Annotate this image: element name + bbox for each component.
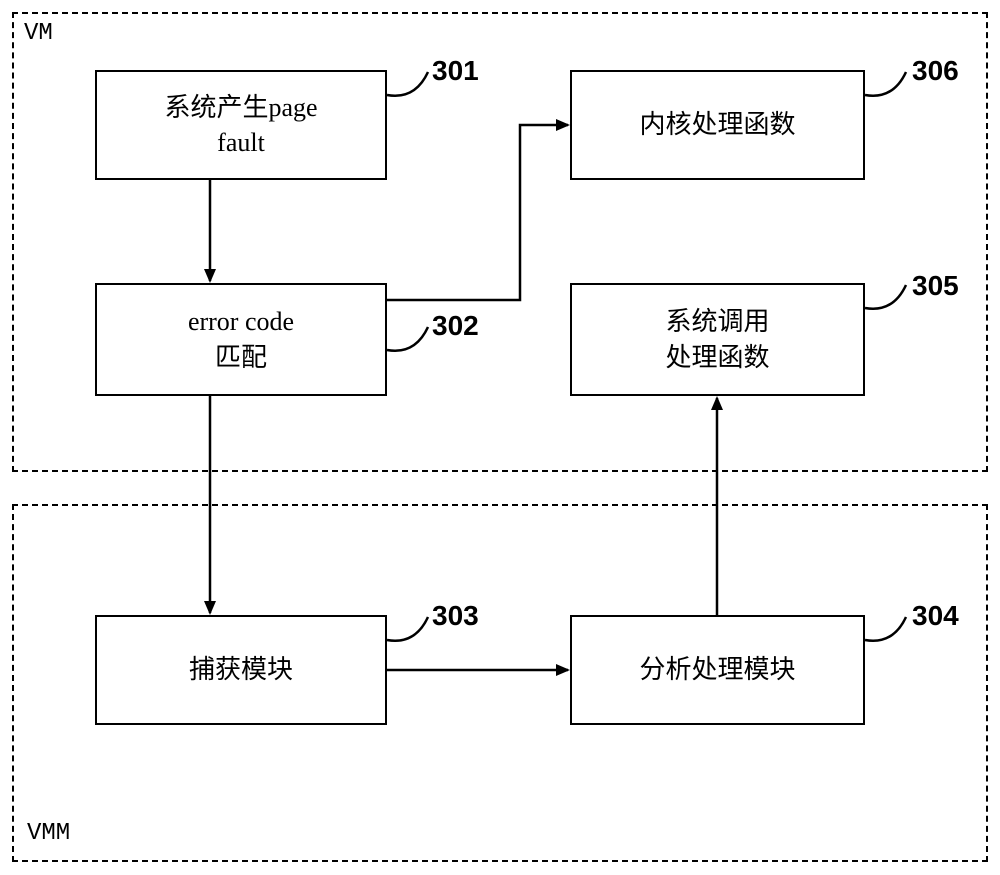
block-analysis-module: 分析处理模块	[570, 615, 865, 725]
zone-vmm-label: VMM	[27, 820, 70, 847]
block-error-code-match: error code 匹配	[95, 283, 387, 396]
block-kernel-handler: 内核处理函数	[570, 70, 865, 180]
num-306: 306	[912, 55, 959, 87]
block-page-fault: 系统产生page fault	[95, 70, 387, 180]
num-304: 304	[912, 600, 959, 632]
num-302: 302	[432, 310, 479, 342]
num-301: 301	[432, 55, 479, 87]
num-305: 305	[912, 270, 959, 302]
block-syscall-handler: 系统调用 处理函数	[570, 283, 865, 396]
diagram-canvas: VM VMM 系统产生page fault 301 内核处理函数 306 err…	[0, 0, 1000, 875]
num-303: 303	[432, 600, 479, 632]
zone-vm-label: VM	[24, 20, 53, 47]
block-capture-module: 捕获模块	[95, 615, 387, 725]
